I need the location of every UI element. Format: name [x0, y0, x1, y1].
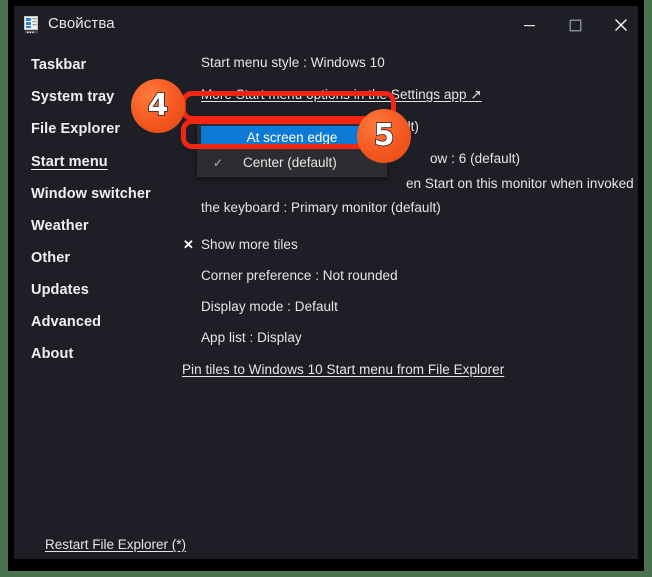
- keyboard-monitor-row: the keyboard : Primary monitor (default): [201, 200, 441, 215]
- sidebar-item-about[interactable]: About: [31, 346, 73, 362]
- sidebar-item-advanced[interactable]: Advanced: [31, 314, 101, 330]
- close-button[interactable]: [598, 6, 638, 44]
- properties-icon: [24, 16, 41, 34]
- screen-background: Свойства Taskbar System tray File Explor…: [0, 0, 652, 577]
- check-icon: ✓: [213, 155, 224, 170]
- step-badge-5: 5: [357, 109, 411, 163]
- sidebar-item-window-switcher[interactable]: Window switcher: [31, 186, 151, 202]
- step-badge-5-number: 5: [373, 118, 395, 153]
- dropdown-option-at-screen-edge[interactable]: At screen edge: [201, 126, 383, 149]
- sidebar-item-taskbar[interactable]: Taskbar: [31, 57, 86, 73]
- minimize-icon: [523, 24, 535, 26]
- monitor-invoked-row-partial: en Start on this monitor when invoked us…: [406, 176, 638, 191]
- maximize-icon: [569, 19, 581, 31]
- restart-file-explorer-link[interactable]: Restart File Explorer (*): [45, 537, 186, 552]
- corner-preference-row[interactable]: Corner preference : Not rounded: [201, 268, 398, 283]
- display-mode-row[interactable]: Display mode : Default: [201, 299, 338, 314]
- show-more-tiles-row[interactable]: Show more tiles: [201, 237, 298, 252]
- dropdown-option-label: At screen edge: [246, 130, 338, 145]
- properties-window: Свойства Taskbar System tray File Explor…: [14, 6, 638, 559]
- sidebar-item-other[interactable]: Other: [31, 250, 70, 266]
- columns-row-partial: ow : 6 (default): [430, 151, 521, 166]
- sidebar-item-weather[interactable]: Weather: [31, 218, 89, 234]
- minimize-button[interactable]: [506, 6, 552, 44]
- step-badge-4-number: 4: [147, 88, 169, 123]
- dropdown-option-center-default[interactable]: ✓ Center (default): [201, 151, 383, 174]
- dropdown-option-label: Center (default): [243, 155, 337, 170]
- start-menu-style-row: Start menu style : Windows 10: [201, 55, 385, 70]
- sidebar-item-file-explorer[interactable]: File Explorer: [31, 121, 120, 137]
- sidebar-item-updates[interactable]: Updates: [31, 282, 89, 298]
- maximize-button[interactable]: [552, 6, 598, 44]
- close-x-icon: ✕: [183, 237, 194, 252]
- sidebar-item-system-tray[interactable]: System tray: [31, 89, 114, 105]
- app-list-row[interactable]: App list : Display: [201, 330, 302, 345]
- close-icon: [614, 18, 628, 32]
- more-options-link[interactable]: More Start menu options in the Settings …: [201, 87, 482, 103]
- step-badge-4: 4: [131, 79, 185, 133]
- sidebar-item-start-menu[interactable]: Start menu: [31, 154, 108, 170]
- window-title: Свойства: [48, 15, 115, 32]
- title-bar: Свойства: [14, 6, 638, 44]
- pin-tiles-link[interactable]: Pin tiles to Windows 10 Start menu from …: [182, 362, 504, 377]
